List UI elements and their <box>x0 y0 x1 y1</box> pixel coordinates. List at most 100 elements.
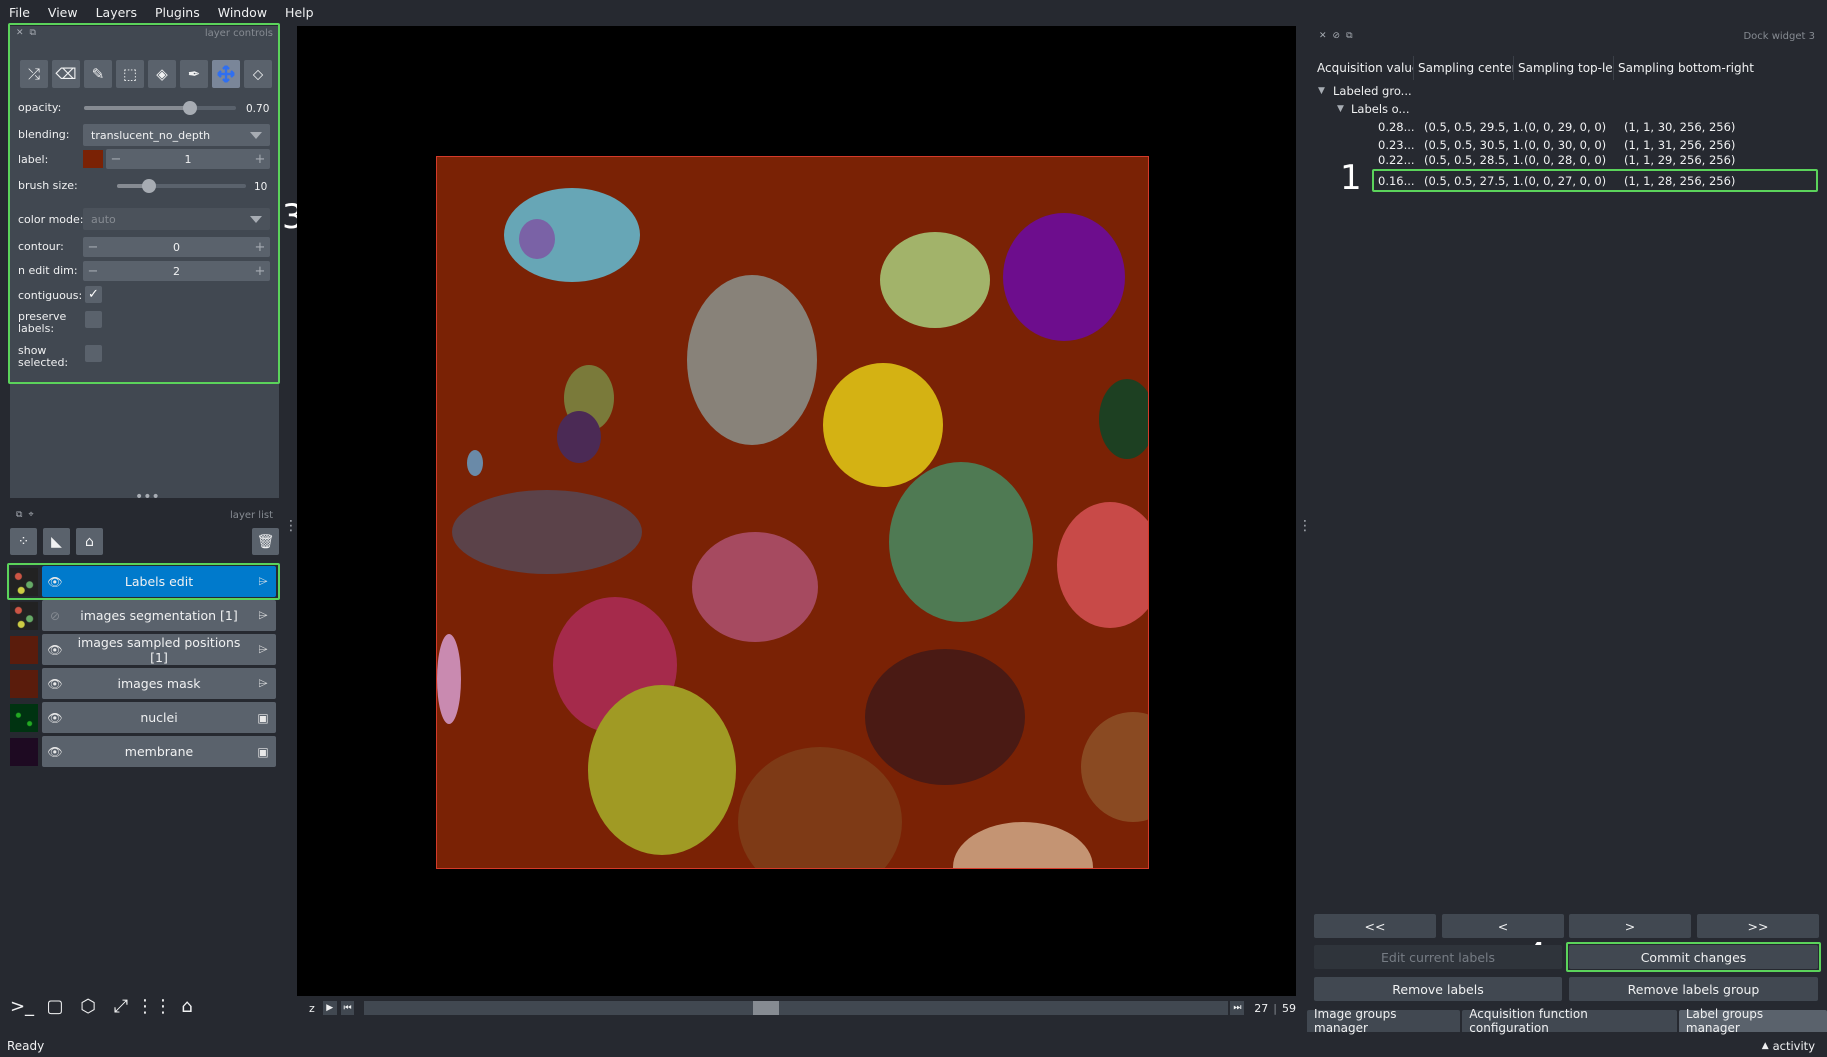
acquisition-value-cell: 0.22... <box>1378 154 1415 166</box>
table-row[interactable]: 0.28... (0.5, 0.5, 29.5, 1... (0, 0, 29,… <box>1313 118 1823 135</box>
pan-zoom-button[interactable] <box>212 60 240 88</box>
first-button[interactable]: << <box>1314 914 1436 938</box>
eye-icon[interactable]: 👁 <box>42 745 68 759</box>
dims-slider-handle[interactable] <box>752 1001 779 1015</box>
remove-labels-button[interactable]: Remove labels <box>1314 977 1562 1001</box>
column-header[interactable]: Acquisition value <box>1313 56 1414 80</box>
next-button[interactable]: > <box>1569 914 1691 938</box>
brush-size-slider[interactable] <box>117 184 246 188</box>
eye-icon[interactable]: 👁 <box>42 711 68 725</box>
contiguous-checkbox[interactable]: ✓ <box>85 286 102 303</box>
blending-dropdown[interactable]: translucent_no_depth <box>83 124 270 146</box>
transform-button[interactable]: ⬦ <box>244 60 272 88</box>
layer-row[interactable]: ⊘ images segmentation [1] ⌲ <box>10 600 276 631</box>
label-tag-icon: ⌂ <box>85 533 94 550</box>
chevron-down-icon <box>250 132 262 139</box>
color-mode-label: color mode: <box>18 213 84 226</box>
column-header[interactable]: Sampling center <box>1414 56 1514 80</box>
step-forward-button[interactable]: ⏭ <box>1230 1001 1245 1015</box>
dims-slider[interactable] <box>364 1001 1229 1015</box>
activity-button[interactable]: activity <box>1773 1039 1815 1053</box>
splitter-handle[interactable]: ••• <box>135 489 160 505</box>
n-edit-dim-spinbox[interactable]: − 2 + <box>83 261 270 281</box>
eye-hidden-icon[interactable]: ⊘ <box>42 609 68 623</box>
shuffle-colors-button[interactable]: ⤮ <box>20 60 48 88</box>
table-row[interactable]: 0.23... (0.5, 0.5, 30.5, 1... (0, 0, 30,… <box>1313 136 1823 153</box>
current-slice: 27 <box>1254 1001 1269 1015</box>
pick-button[interactable]: ✒ <box>180 60 208 88</box>
delete-layer-button[interactable]: 🗑 <box>252 528 279 555</box>
step-back-button[interactable]: ⏮ <box>340 1001 355 1015</box>
n-edit-dim-label: n edit dim: <box>18 264 78 277</box>
plus-icon[interactable]: + <box>250 264 270 279</box>
new-points-layer-button[interactable]: ⁘ <box>10 528 37 555</box>
chevron-down-icon[interactable]: ▼ <box>1313 104 1351 114</box>
minus-icon[interactable]: − <box>83 240 103 255</box>
minus-icon[interactable]: − <box>83 264 103 279</box>
show-selected-checkbox[interactable] <box>85 345 102 362</box>
close-icon[interactable]: ✕ <box>1319 31 1327 41</box>
opacity-slider[interactable] <box>84 106 236 110</box>
layer-name: membrane <box>124 744 194 759</box>
color-mode-dropdown[interactable]: auto <box>83 208 270 230</box>
tab-acquisition-function-configuration[interactable]: Acquisition function configuration <box>1462 1007 1677 1035</box>
previous-button[interactable]: < <box>1442 914 1564 938</box>
color-picker-icon: ✒ <box>187 65 201 83</box>
paint-button[interactable]: ✎ <box>84 60 112 88</box>
column-header[interactable]: Sampling bottom-right <box>1614 56 1815 80</box>
hide-icon[interactable]: ⊘ <box>1333 31 1341 41</box>
column-header[interactable]: Sampling top-left <box>1514 56 1614 80</box>
preserve-labels-checkbox[interactable] <box>85 311 102 328</box>
table-row[interactable]: 0.22... (0.5, 0.5, 28.5, 1... (0, 0, 28,… <box>1313 154 1823 166</box>
label-color-swatch[interactable] <box>83 150 103 168</box>
play-button[interactable]: ▶ <box>322 1001 337 1015</box>
tab-image-groups-manager[interactable]: Image groups manager <box>1307 1007 1461 1035</box>
plus-icon[interactable]: + <box>250 240 270 255</box>
fill-button[interactable]: ◈ <box>148 60 176 88</box>
console-button[interactable]: >_ <box>8 992 36 1020</box>
layer-row[interactable]: 👁 images sampled positions [1] ⌲ <box>10 634 276 665</box>
skip-back-icon: ⏮ <box>343 1003 352 1013</box>
menu-plugins[interactable]: Plugins <box>146 5 209 20</box>
table-row-selected[interactable]: 0.16... (0.5, 0.5, 27.5, 1... (0, 0, 27,… <box>1313 172 1823 189</box>
grid-button[interactable]: ⋮⋮ <box>136 992 172 1020</box>
vertical-handle[interactable]: ⋮ <box>1298 518 1312 534</box>
pin-icon[interactable]: ⌖ <box>28 510 33 520</box>
float-icon[interactable]: ⧉ <box>16 510 22 520</box>
eye-icon[interactable]: 👁 <box>42 677 68 691</box>
ndisplay-button[interactable]: ▢ <box>41 992 69 1020</box>
menu-layers[interactable]: Layers <box>87 5 146 20</box>
menu-window[interactable]: Window <box>209 5 276 20</box>
tab-label-groups-manager[interactable]: Label groups manager <box>1678 1007 1827 1035</box>
new-labels-layer-button[interactable]: ⌂ <box>76 528 103 555</box>
layer-row[interactable]: 👁 images mask ⌲ <box>10 668 276 699</box>
contour-spinbox[interactable]: − 0 + <box>83 237 270 257</box>
roll-button[interactable]: ⬡ <box>74 992 102 1020</box>
edit-current-labels-button[interactable]: Edit current labels <box>1314 945 1562 969</box>
labels-image[interactable] <box>436 156 1149 869</box>
tree-group-row[interactable]: ▼ Labeled gro... <box>1313 82 1823 99</box>
tree-subgroup-row[interactable]: ▼ Labels o... <box>1313 100 1823 117</box>
layer-row[interactable]: 👁 membrane ▣ <box>10 736 276 767</box>
menu-view[interactable]: View <box>39 5 87 20</box>
commit-changes-button[interactable]: Commit changes <box>1569 945 1818 969</box>
remove-labels-group-button[interactable]: Remove labels group <box>1569 977 1818 1001</box>
chevron-down-icon[interactable]: ▼ <box>1313 86 1333 96</box>
new-shapes-layer-button[interactable]: ◣ <box>43 528 70 555</box>
layer-name: nuclei <box>140 710 178 725</box>
transpose-button[interactable]: ⤢ <box>107 992 135 1020</box>
float-icon[interactable]: ⧉ <box>1346 31 1352 41</box>
last-button[interactable]: >> <box>1697 914 1819 938</box>
plus-icon[interactable]: + <box>250 152 270 167</box>
label-spinbox[interactable]: − 1 + <box>106 149 270 169</box>
menu-file[interactable]: File <box>0 5 39 20</box>
minus-icon[interactable]: − <box>106 152 126 167</box>
sampling-bottom-right-cell: (1, 1, 30, 256, 256) <box>1624 119 1736 134</box>
polygon-button[interactable]: ⬚ <box>116 60 144 88</box>
home-button[interactable]: ⌂ <box>173 992 201 1020</box>
menu-help[interactable]: Help <box>276 5 323 20</box>
layer-row[interactable]: 👁 nuclei ▣ <box>10 702 276 733</box>
vertical-handle[interactable]: ⋮ <box>284 518 298 534</box>
erase-button[interactable]: ⌫ <box>52 60 80 88</box>
eye-icon[interactable]: 👁 <box>42 643 68 657</box>
